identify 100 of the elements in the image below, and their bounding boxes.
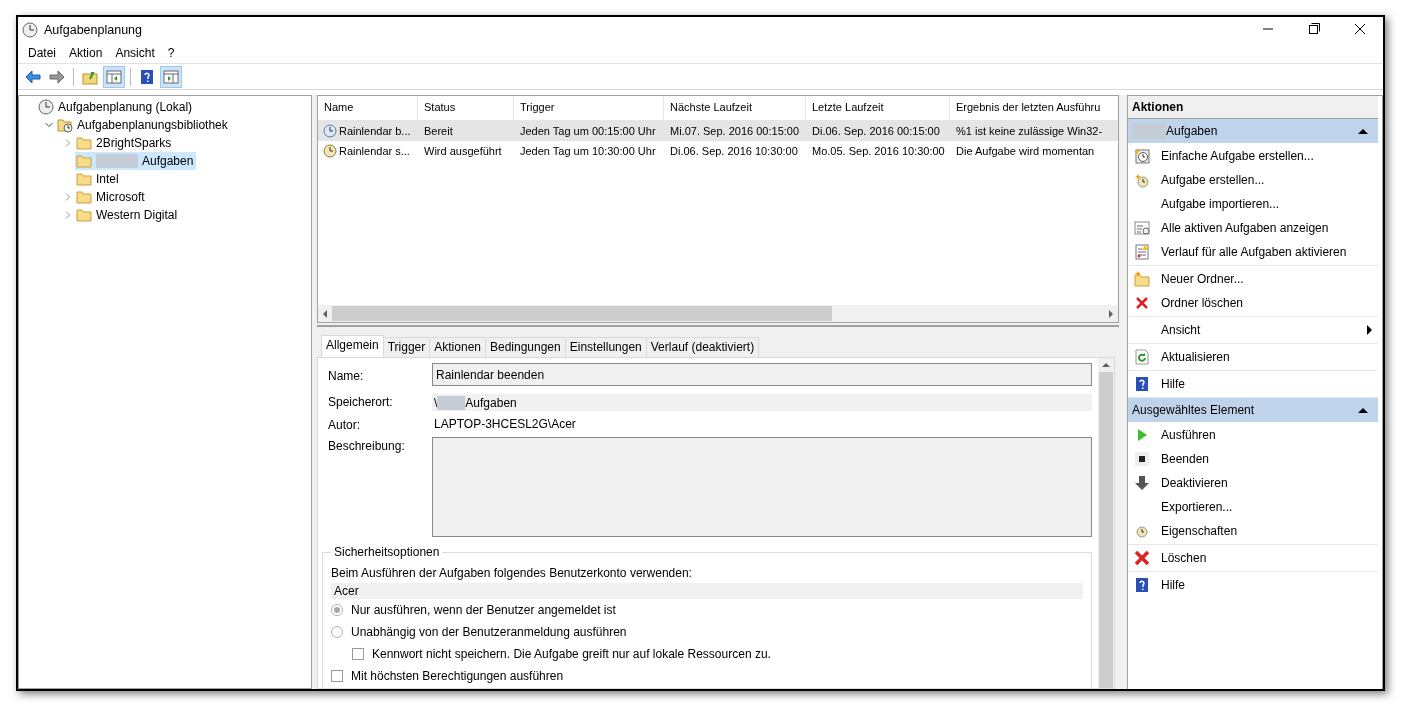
name-field[interactable]: Rainlendar beenden — [432, 363, 1092, 386]
account-field: Acer — [331, 583, 1083, 599]
action-item[interactable]: Verlauf für alle Aufgaben aktivieren — [1161, 245, 1378, 259]
help-icon — [1134, 577, 1150, 593]
table-cell: Di.06. Sep. 2016 00:15:00 — [812, 125, 940, 137]
table-cell: Die Aufgabe wird momentan — [956, 145, 1095, 157]
folder-clock-icon — [57, 117, 73, 133]
checkbox[interactable] — [352, 648, 364, 660]
section-header[interactable]: Ausgewähltes Element — [1128, 398, 1378, 422]
tab[interactable]: Trigger — [382, 337, 431, 357]
table-cell: %1 ist keine zulässige Win32- — [956, 125, 1103, 137]
refresh-icon — [1134, 349, 1150, 365]
tree-item[interactable]: Aufgaben — [75, 152, 197, 170]
chevron-right-icon[interactable] — [63, 210, 73, 220]
clock-icon — [38, 99, 54, 115]
menu-item[interactable]: Aktion — [63, 45, 109, 61]
chevron-right-icon[interactable] — [63, 192, 73, 202]
action-item[interactable]: Deaktivieren — [1161, 476, 1378, 490]
tab[interactable]: Bedingungen — [485, 337, 566, 357]
checkbox[interactable] — [331, 670, 343, 682]
tree-item[interactable]: Aufgabenplanung (Lokal) — [37, 98, 196, 116]
column-header[interactable]: Ergebnis der letzten Ausführu — [950, 96, 1118, 120]
action-item[interactable]: Beenden — [1161, 452, 1378, 466]
window-title: Aufgabenplanung — [44, 23, 142, 37]
menu-item[interactable]: Ansicht — [109, 45, 161, 61]
folder-icon — [76, 207, 92, 223]
option-label: Mit höchsten Berechtigungen ausführen — [351, 669, 564, 683]
tree-item[interactable]: Aufgabenplanungsbibliothek — [56, 116, 231, 134]
action-item[interactable]: Ausführen — [1161, 428, 1378, 442]
location-field: \ Aufgaben — [432, 394, 1092, 411]
column-header[interactable]: Letzte Laufzeit — [806, 96, 950, 120]
table-cell: Bereit — [424, 125, 453, 137]
action-item[interactable]: Ordner löschen — [1161, 296, 1378, 310]
table-cell: Rainlendar b... — [339, 125, 411, 137]
description-field[interactable] — [432, 437, 1092, 537]
option-label: Kennwort nicht speichern. Die Aufgabe greift nur auf lokale Ressourcen zu. — [372, 647, 771, 661]
option-label: Nur ausführen, wenn der Benutzer angemeldet ist — [351, 603, 616, 617]
action-item[interactable]: Aufgabe erstellen... — [1161, 173, 1378, 187]
action-item[interactable]: Einfache Aufgabe erstellen... — [1161, 149, 1378, 163]
table-cell: Mi.07. Sep. 2016 00:15:00 — [670, 125, 800, 137]
task-row[interactable]: Rainlendar b... Bereit Jeden Tag um 00:15:00 Uhr Mi.07. Sep. 2016 00:15:00 Di.06. Sep. 2016 00:15:00 %1 ist keine zulässige Win32- — [318, 121, 1118, 141]
menu-item[interactable]: Datei — [22, 45, 62, 61]
tree-pane-button[interactable] — [103, 65, 125, 88]
table-cell: Jeden Tag um 00:15:00 Uhr — [520, 125, 656, 137]
action-item[interactable]: Aufgabe importieren... — [1161, 197, 1378, 211]
option-label: Unabhängig von der Benutzeranmeldung ausführen — [351, 625, 627, 639]
column-header[interactable]: Nächste Laufzeit — [664, 96, 806, 120]
field-label: Autor: — [328, 417, 361, 432]
tab[interactable]: Verlauf (deaktiviert) — [645, 337, 760, 357]
chevron-down-icon[interactable] — [44, 120, 54, 130]
delete-icon — [1134, 550, 1150, 566]
chevron-right-icon[interactable] — [63, 138, 73, 148]
tree-item[interactable]: 2BrightSparks — [75, 134, 175, 152]
tree-item[interactable]: Western Digital — [75, 206, 181, 224]
folder-star-icon — [1134, 271, 1150, 287]
tab[interactable]: Allgemein — [321, 335, 384, 357]
column-header[interactable]: Name — [318, 96, 418, 120]
table-cell: Mo.05. Sep. 2016 10:30:00 — [812, 145, 945, 157]
tab[interactable]: Einstellungen — [564, 337, 647, 357]
stop-icon — [1134, 451, 1150, 467]
delete-icon — [1134, 295, 1150, 311]
action-item[interactable]: Aktualisieren — [1161, 350, 1378, 364]
tree-item[interactable]: Intel — [75, 170, 122, 188]
table-cell: Jeden Tag um 10:30:00 Uhr — [520, 145, 656, 157]
help-icon — [1134, 376, 1150, 392]
table-cell: Wird ausgeführt — [424, 145, 502, 157]
log-icon — [1134, 244, 1150, 260]
clock-icon — [323, 124, 337, 138]
action-item[interactable]: Alle aktiven Aufgaben anzeigen — [1161, 221, 1378, 235]
action-pane-button[interactable] — [160, 65, 182, 88]
clock-icon — [22, 22, 38, 38]
menu-item[interactable]: ? — [161, 45, 181, 61]
clock-star-icon — [1134, 172, 1150, 188]
action-item[interactable]: Eigenschaften — [1161, 524, 1378, 538]
action-item[interactable]: Neuer Ordner... — [1161, 272, 1378, 286]
table-cell: Di.06. Sep. 2016 10:30:00 — [670, 145, 798, 157]
group-title: Sicherheitsoptionen — [333, 545, 441, 559]
column-header[interactable]: Status — [418, 96, 514, 120]
action-item[interactable]: Exportieren... — [1161, 500, 1378, 514]
account-label: Beim Ausführen der Aufgaben folgendes Benutzerkonto verwenden: — [331, 566, 693, 580]
down-arrow-icon — [1134, 475, 1150, 491]
tree-item[interactable]: Microsoft — [75, 188, 148, 206]
vertical-scrollbar[interactable] — [1098, 358, 1114, 688]
list-clock-icon — [1134, 220, 1150, 236]
field-label: Beschreibung: — [328, 438, 406, 453]
clock-icon — [323, 144, 337, 158]
section-header[interactable]: Aufgaben — [1128, 119, 1378, 143]
clock-icon — [1134, 523, 1150, 539]
pane-title: Aktionen — [1128, 96, 1378, 119]
action-item[interactable]: Ansicht — [1161, 323, 1367, 337]
action-item[interactable]: Löschen — [1161, 551, 1378, 565]
folder-icon — [76, 189, 92, 205]
action-item[interactable]: Hilfe — [1161, 578, 1378, 592]
folder-icon — [76, 153, 92, 169]
task-row[interactable]: Rainlendar s... Wird ausgeführt Jeden Tag um 10:30:00 Uhr Di.06. Sep. 2016 10:30:00 Mo.05. Sep. 2016 10:30:00 Die Aufgabe wird momentan — [318, 141, 1118, 161]
table-cell: Rainlendar s... — [339, 145, 410, 157]
column-header[interactable]: Trigger — [514, 96, 664, 120]
action-item[interactable]: Hilfe — [1161, 377, 1378, 391]
field-label: Speicherort: — [328, 393, 394, 409]
horizontal-scrollbar[interactable] — [318, 305, 1118, 322]
